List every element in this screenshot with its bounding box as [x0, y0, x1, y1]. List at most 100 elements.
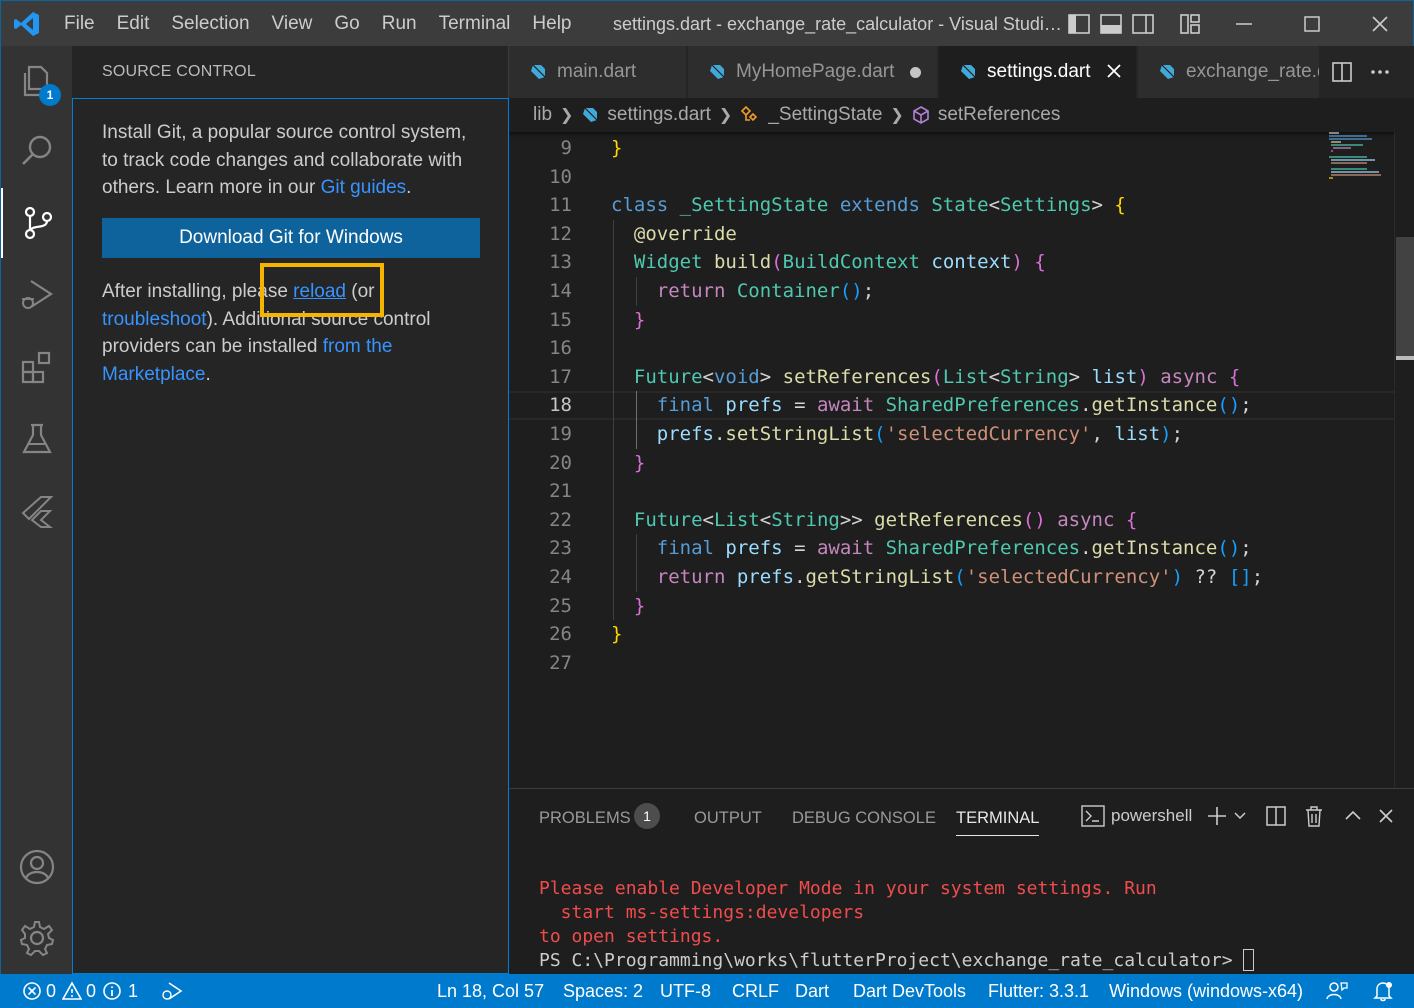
install-git-message: Install Git, a popular source control sy…	[102, 122, 467, 198]
terminal-icon	[1081, 805, 1105, 827]
split-editor-icon[interactable]	[1330, 60, 1354, 84]
line-number: 23	[549, 537, 572, 560]
git-guides-link[interactable]: Git guides	[321, 177, 407, 198]
cursor-overview-mark	[1396, 356, 1414, 360]
tab-settings-dart[interactable]: settings.dart	[939, 46, 1137, 98]
editor-scrollbar[interactable]	[1394, 132, 1414, 788]
after-install-end: .	[205, 363, 211, 385]
status-indentation[interactable]: Spaces: 2	[563, 974, 643, 1008]
dart-file-icon	[583, 107, 598, 122]
title-bar: File Edit Selection View Go Run Terminal…	[0, 0, 1414, 46]
menu-go[interactable]: Go	[323, 1, 370, 47]
activity-extensions[interactable]	[1, 332, 73, 402]
close-panel-icon[interactable]	[1377, 804, 1395, 828]
plus-icon[interactable]	[1206, 804, 1228, 828]
tab-debug-console[interactable]: DEBUG CONSOLE	[792, 806, 936, 836]
status-encoding[interactable]: UTF-8	[660, 974, 711, 1008]
chevron-up-icon[interactable]	[1343, 804, 1363, 828]
vscode-logo-icon[interactable]	[13, 10, 41, 38]
tab-terminal[interactable]: TERMINAL	[956, 806, 1040, 836]
tab-exchange-rate-dart[interactable]: exchange_rate.dart	[1138, 46, 1320, 98]
source-control-sidebar: SOURCE CONTROL Install Git, a popular so…	[72, 46, 509, 974]
terminal-shell-selector[interactable]: powershell	[1081, 804, 1192, 828]
account-icon	[19, 849, 55, 885]
status-devtools[interactable]: Dart DevTools	[853, 974, 966, 1008]
activity-search[interactable]	[1, 116, 73, 186]
breadcrumb-method[interactable]: setReferences	[938, 104, 1061, 126]
close-tab-icon[interactable]	[1106, 63, 1122, 79]
status-bar: 0 0 1 Ln 18, Col 57 Spaces: 2 UTF-8 CRLF…	[0, 974, 1414, 1008]
status-language[interactable]: Dart	[795, 974, 829, 1008]
activity-accounts[interactable]	[1, 832, 73, 902]
code-text: }	[611, 623, 623, 646]
menu-selection[interactable]: Selection	[160, 1, 260, 47]
menu-file[interactable]: File	[53, 1, 106, 47]
problems-badge: 1	[634, 803, 660, 829]
editor-tabs: main.dart MyHomePage.dart settings.dart …	[509, 46, 1414, 98]
tab-myhomepage-dart[interactable]: MyHomePage.dart	[688, 46, 938, 98]
status-notifications[interactable]	[1372, 974, 1394, 1008]
menu-run[interactable]: Run	[371, 1, 428, 47]
breadcrumb-folder[interactable]: lib	[533, 104, 552, 126]
activity-testing[interactable]	[1, 404, 73, 474]
minimap[interactable]	[1327, 132, 1395, 192]
terminal-prompt: PS C:\Programming\works\flutterProject\e…	[539, 950, 1244, 971]
maximize-icon	[1304, 16, 1320, 32]
tab-problems[interactable]: PROBLEMS	[539, 806, 631, 836]
status-device[interactable]: Windows (windows-x64)	[1109, 974, 1303, 1008]
close-window-button[interactable]	[1351, 1, 1409, 47]
troubleshoot-link[interactable]: troubleshoot	[102, 309, 207, 330]
tab-main-dart[interactable]: main.dart	[509, 46, 687, 98]
line-number: 19	[549, 422, 572, 445]
chevron-right-icon: ❯	[890, 107, 904, 124]
maximize-button[interactable]	[1283, 1, 1341, 47]
activity-run-debug[interactable]	[1, 260, 73, 330]
error-icon	[23, 982, 41, 1000]
trash-icon[interactable]	[1304, 804, 1324, 828]
menu-view[interactable]: View	[261, 1, 324, 47]
bottom-panel: PROBLEMS 1 OUTPUT DEBUG CONSOLE TERMINAL…	[509, 788, 1414, 974]
activity-manage[interactable]	[1, 903, 73, 973]
code-line: 10	[509, 163, 1394, 192]
class-symbol-icon	[741, 106, 758, 122]
status-feedback[interactable]	[1326, 974, 1348, 1008]
code-line: 26}	[509, 620, 1394, 649]
activity-bar: 1	[0, 46, 72, 974]
split-terminal-icon[interactable]	[1265, 804, 1287, 828]
terminal-output[interactable]: Please enable Developer Mode in your sys…	[539, 877, 1409, 973]
code-text: }	[633, 594, 646, 617]
code-editor[interactable]: 9} 10 11 class _SettingState extends Stat…	[509, 132, 1394, 788]
breadcrumb-class[interactable]: _SettingState	[768, 104, 882, 126]
error-count: 0	[46, 981, 57, 1001]
code-line: 9}	[509, 134, 1394, 163]
minimize-button[interactable]	[1215, 1, 1273, 47]
menu-help[interactable]: Help	[521, 1, 582, 47]
toggle-primary-sidebar-icon[interactable]	[1067, 12, 1091, 36]
chevron-down-icon[interactable]	[1233, 804, 1247, 828]
customize-layout-icon[interactable]	[1178, 12, 1202, 36]
status-cursor-position[interactable]: Ln 18, Col 57	[437, 974, 544, 1008]
status-eol[interactable]: CRLF	[732, 974, 779, 1008]
activity-explorer[interactable]: 1	[1, 46, 73, 116]
breadcrumb-file[interactable]: settings.dart	[607, 104, 711, 126]
toggle-panel-icon[interactable]	[1099, 12, 1123, 36]
highlight-annotation-box	[260, 263, 384, 317]
status-debug[interactable]	[160, 974, 184, 1008]
unsaved-dot-icon[interactable]	[910, 67, 921, 78]
activity-source-control[interactable]	[1, 188, 73, 258]
more-actions-icon[interactable]	[1368, 60, 1392, 84]
activity-flutter[interactable]	[1, 476, 73, 546]
menu-edit[interactable]: Edit	[106, 1, 161, 47]
line-number: 13	[549, 251, 572, 274]
menu-terminal[interactable]: Terminal	[428, 1, 522, 47]
status-problems[interactable]: 0 0 1	[22, 974, 138, 1008]
status-flutter-version[interactable]: Flutter: 3.3.1	[988, 974, 1089, 1008]
toggle-secondary-sidebar-icon[interactable]	[1131, 12, 1155, 36]
code-line: 25 }	[509, 591, 1394, 621]
breadcrumb: lib ❯ settings.dart ❯ _SettingState ❯ se…	[509, 98, 1414, 132]
dart-file-icon	[1160, 64, 1175, 79]
scrollbar-thumb[interactable]	[1396, 237, 1414, 359]
tab-output[interactable]: OUTPUT	[694, 806, 762, 836]
download-git-button[interactable]: Download Git for Windows	[102, 218, 480, 258]
line-number: 11	[549, 194, 572, 217]
